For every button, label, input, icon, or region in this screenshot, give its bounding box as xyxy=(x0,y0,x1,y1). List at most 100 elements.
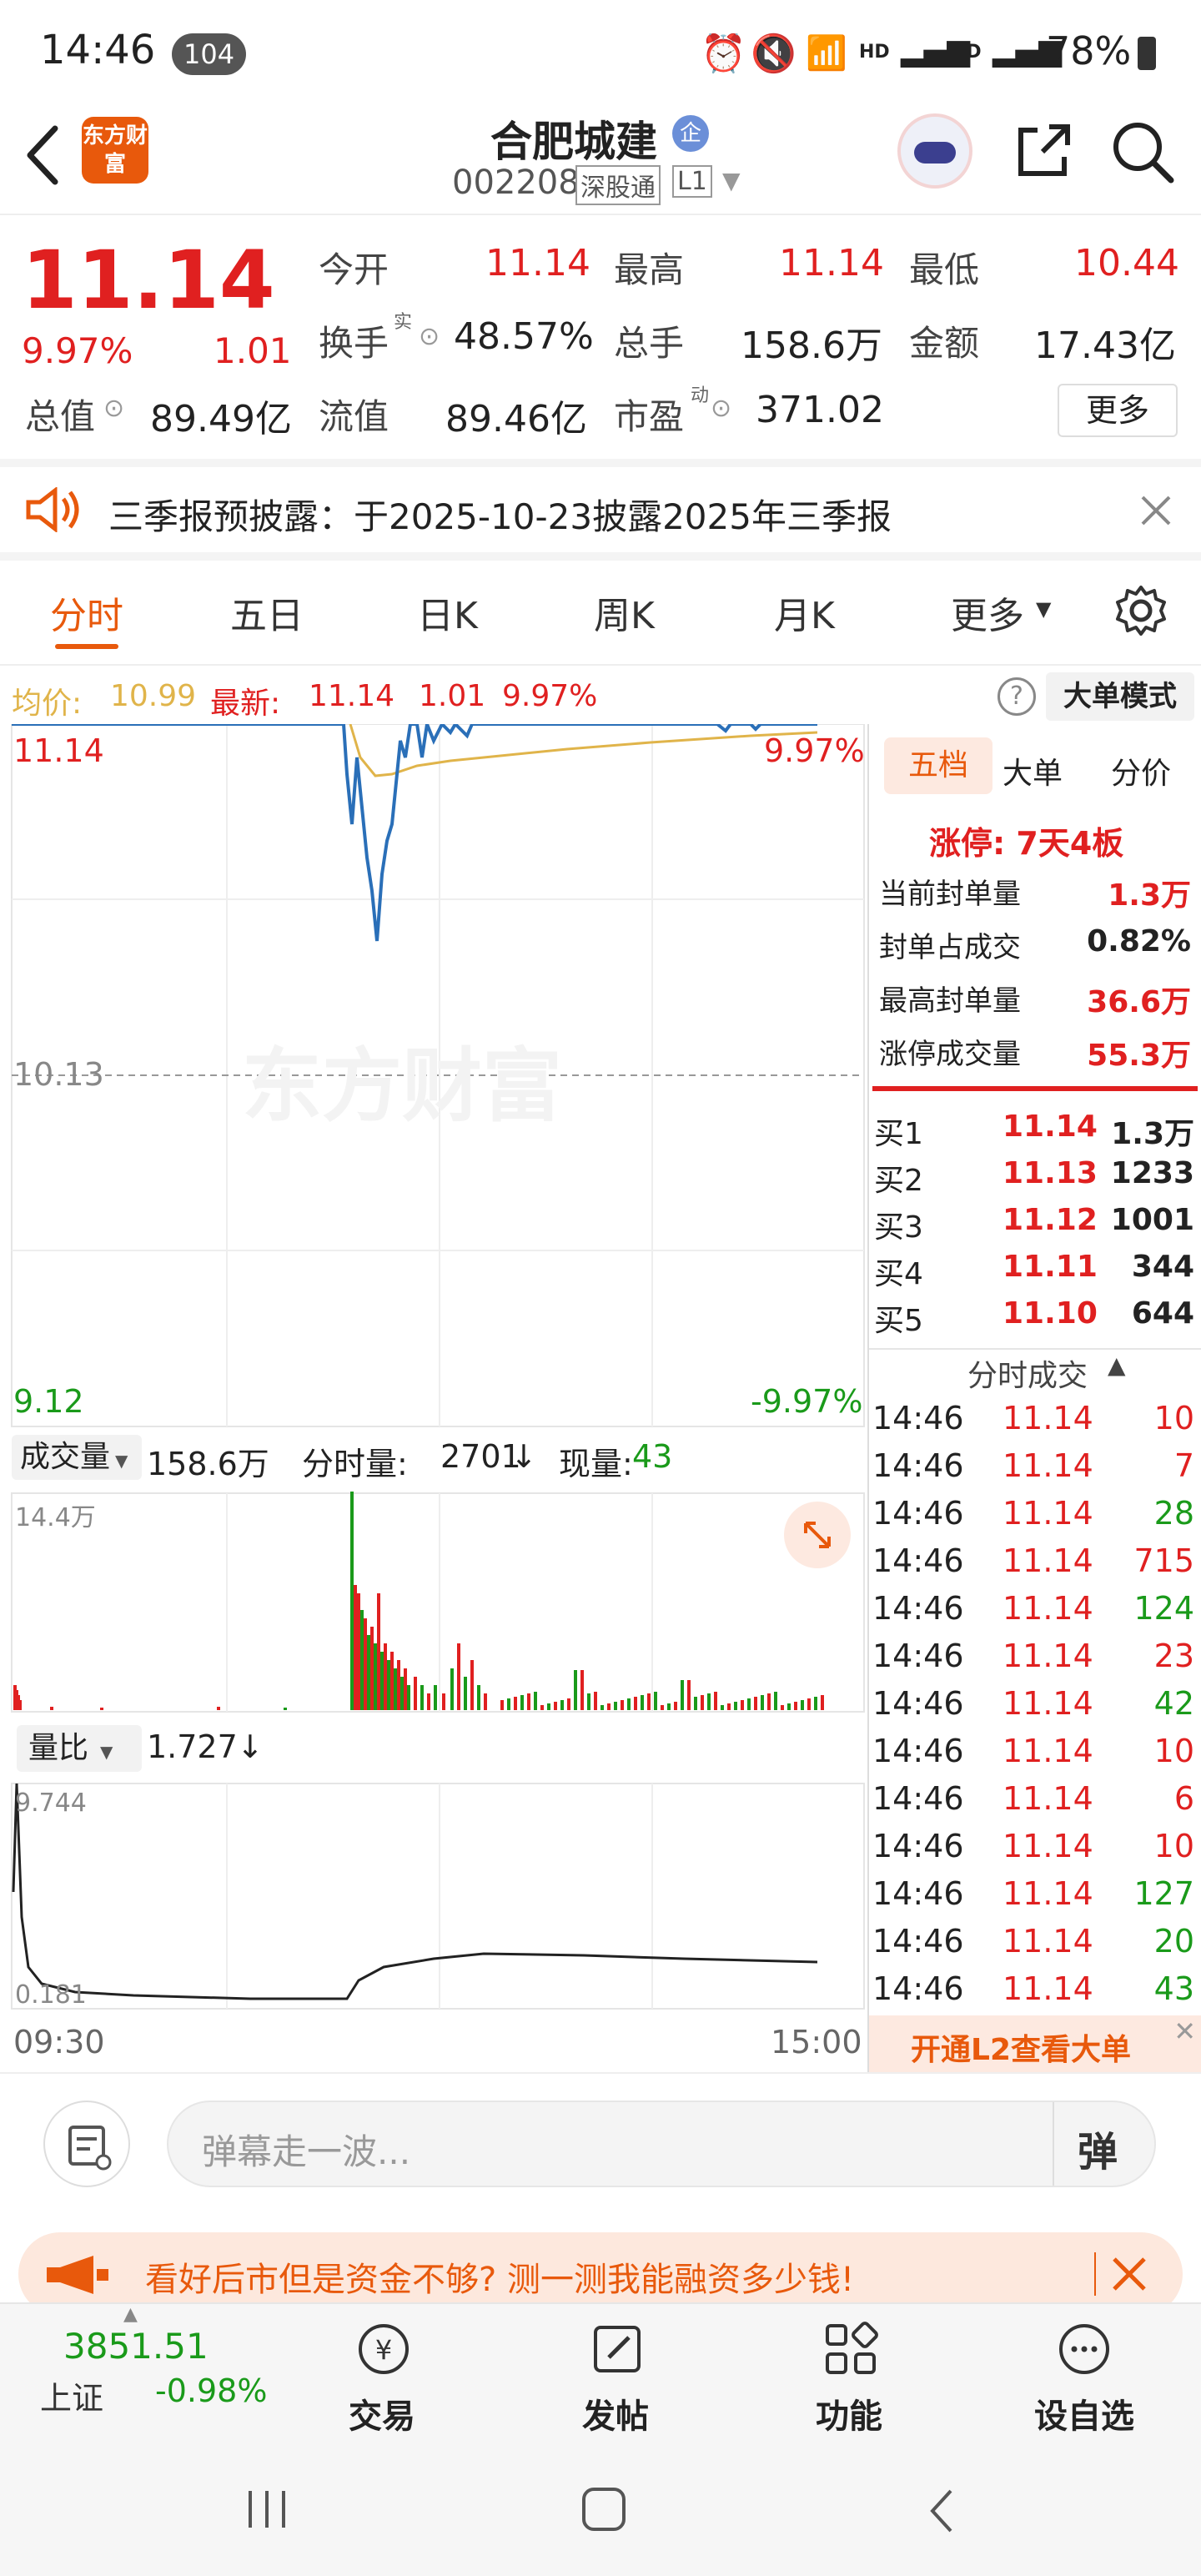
pe-label: 市盈 xyxy=(614,396,685,437)
volume-bar xyxy=(681,1680,684,1710)
l2-banner-text: 开通L2查看大单 xyxy=(911,2033,1131,2067)
index-value[interactable]: 3851.51 xyxy=(63,2326,209,2367)
info-icon[interactable]: ⊙ xyxy=(103,394,124,423)
chevron-up-icon[interactable]: ▲ xyxy=(1108,1351,1126,1379)
close-icon[interactable]: ✕ xyxy=(1173,2015,1196,2047)
index-name[interactable]: 上证 xyxy=(40,2372,103,2418)
expand-button[interactable] xyxy=(784,1502,851,1568)
tab-monthly-k[interactable]: 月K xyxy=(774,586,835,639)
mktcap-label: 总值 xyxy=(25,396,96,437)
volume-bar xyxy=(450,1668,454,1710)
turnover-sup: 实 xyxy=(394,312,413,333)
close-icon[interactable] xyxy=(1139,494,1173,527)
tab-price-dist[interactable]: 分价 xyxy=(1111,749,1171,792)
close-icon[interactable] xyxy=(1111,2256,1148,2292)
help-icon[interactable]: ? xyxy=(997,677,1036,716)
home-icon[interactable] xyxy=(580,2486,627,2533)
bid-price: 11.11 xyxy=(1003,1250,1098,1284)
tick-row: 14:46 11.14 10 xyxy=(869,1828,1201,1875)
volume-bar xyxy=(370,1627,374,1710)
bid-price: 11.12 xyxy=(1003,1203,1098,1237)
info-icon[interactable]: ⊙ xyxy=(711,394,731,423)
settings-icon[interactable] xyxy=(1114,584,1168,637)
ticks-title[interactable]: 分时成交 xyxy=(967,1351,1088,1395)
tab-daily-k[interactable]: 日K xyxy=(417,586,478,639)
nav-post[interactable]: 发帖 xyxy=(567,2316,667,2449)
recent-apps-icon[interactable] xyxy=(242,2486,292,2533)
volume-bar xyxy=(420,1685,424,1710)
bid-qty: 344 xyxy=(1131,1250,1194,1284)
comment-list-button[interactable] xyxy=(43,2101,130,2187)
quote-panel: 11.14 9.97% 1.01 今开 11.14 最高 11.14 最低 10… xyxy=(0,215,1201,459)
tab-five-day[interactable]: 五日 xyxy=(230,586,304,639)
status-bar: 14:46 104 ⏰ 🔇 📶 HD ▂▄▆ HD ▂▄▆ 78% xyxy=(0,0,1201,107)
index-percent[interactable]: -0.98% xyxy=(155,2372,267,2409)
pct-bottom-label: -9.97% xyxy=(751,1383,863,1420)
float-label: 流值 xyxy=(319,396,389,437)
comment-input[interactable]: 弹幕走一波... 弹 xyxy=(167,2101,1156,2187)
tick-price: 11.14 xyxy=(1003,1733,1093,1769)
volume-bar xyxy=(394,1668,397,1710)
tick-time: 14:46 xyxy=(872,1970,964,2007)
volume-bar xyxy=(687,1680,691,1710)
volume-selector[interactable]: 成交量 ▼ xyxy=(12,1435,142,1480)
search-icon[interactable] xyxy=(1109,118,1176,185)
nav-trade[interactable]: ¥ 交易 xyxy=(334,2316,434,2449)
bid-qty: 1.3万 xyxy=(1111,1117,1194,1151)
tab-intraday[interactable]: 分时 xyxy=(50,586,123,639)
list-settings-icon xyxy=(68,2126,112,2171)
stock-name: 合肥城建 xyxy=(490,118,657,166)
back-arrow-icon[interactable] xyxy=(22,122,63,189)
back-icon[interactable] xyxy=(926,2486,959,2536)
ratio-selector[interactable]: 量比 ▼ xyxy=(17,1725,142,1772)
volume-bar xyxy=(654,1692,657,1710)
more-button[interactable]: 更多 xyxy=(1058,384,1178,437)
tick-time: 14:46 xyxy=(872,1495,964,1532)
megaphone-icon xyxy=(47,2256,108,2294)
tick-time: 14:46 xyxy=(872,1447,964,1484)
nav-function[interactable]: 功能 xyxy=(801,2316,901,2449)
app-logo: 东方财富 xyxy=(82,117,148,184)
volume-bar xyxy=(607,1703,611,1710)
tab-five-level[interactable]: 五档 xyxy=(884,737,992,794)
nav-add-favorite-label: 设自选 xyxy=(1034,2397,1134,2436)
expand-icon xyxy=(804,1522,831,1548)
volume-bar xyxy=(500,1700,504,1710)
tick-row: 14:46 11.14 42 xyxy=(869,1685,1201,1733)
tab-big-order[interactable]: 大单 xyxy=(1003,749,1063,792)
volume-bar xyxy=(350,1492,354,1710)
notice-bar[interactable]: 三季报预披露：于2025-10-23披露2025年三季报 xyxy=(0,459,1201,561)
big-order-mode-button[interactable]: 大单模式 xyxy=(1046,672,1194,721)
level-tag: L1 xyxy=(672,165,712,198)
pe-value: 371.02 xyxy=(756,389,884,431)
nav-add-favorite[interactable]: 设自选 xyxy=(1026,2316,1143,2449)
chevron-down-icon: ▼ xyxy=(100,1742,113,1762)
danmu-send-button[interactable]: 弹 xyxy=(1078,2119,1118,2177)
l2-banner[interactable]: 开通L2查看大单 ✕ xyxy=(869,2015,1201,2072)
tick-row: 14:46 11.14 715 xyxy=(869,1542,1201,1590)
tick-row: 14:46 11.14 43 xyxy=(869,1970,1201,2018)
turnover-value: 48.57% xyxy=(454,315,594,358)
vol-max-label: 14.4万 xyxy=(15,1503,96,1532)
info-icon[interactable]: ⊙ xyxy=(419,322,440,351)
volume-bar xyxy=(647,1693,651,1710)
volume-bar xyxy=(554,1702,557,1710)
tab-more[interactable]: 更多 xyxy=(951,586,1024,639)
tick-volume: 124 xyxy=(1133,1590,1194,1627)
dropdown-icon[interactable]: ▼ xyxy=(722,167,741,194)
tab-weekly-k[interactable]: 周K xyxy=(594,586,655,639)
volume-bar xyxy=(747,1698,751,1710)
share-icon[interactable] xyxy=(1013,118,1076,182)
tick-time: 14:46 xyxy=(872,1590,964,1627)
tick-row: 14:46 11.14 20 xyxy=(869,1923,1201,1970)
volume-bar xyxy=(534,1692,537,1710)
volume-bar xyxy=(360,1610,364,1710)
volume-bar xyxy=(787,1703,791,1710)
volume-bar xyxy=(284,1708,287,1710)
stock-header: 东方财富 合肥城建 企 002208 深股通 L1 ▼ xyxy=(0,107,1201,215)
limit-up-info: 涨停: 7天4板 xyxy=(929,825,1124,862)
stat-value: 0.82% xyxy=(1087,924,1191,958)
system-nav-bar xyxy=(0,2453,1201,2576)
ai-assistant-avatar[interactable] xyxy=(897,113,972,189)
tick-time: 14:46 xyxy=(872,1875,964,1912)
